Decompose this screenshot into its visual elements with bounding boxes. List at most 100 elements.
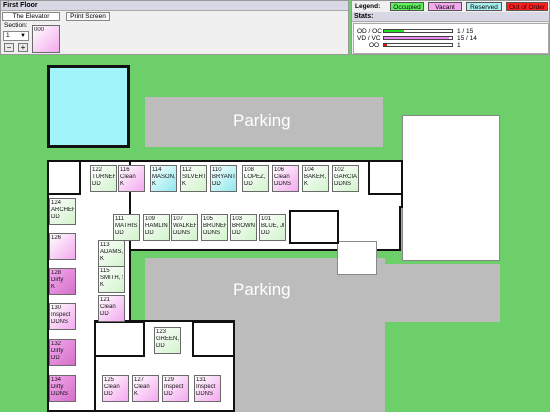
room-130-type: DDNS (51, 319, 69, 325)
room-111-type: DD (115, 230, 124, 236)
room-128-type: K (51, 284, 56, 290)
room-110-type: DD (212, 181, 221, 187)
room-134[interactable]: 134 Dirty DDNS (49, 375, 76, 402)
room-101[interactable]: 101BLUE, JEDD (259, 214, 286, 241)
room-122[interactable]: 122TURNER,DD (90, 165, 117, 192)
room-132-guest: Dirty (51, 348, 64, 354)
room-109-guest: HAMLIN, (145, 223, 168, 229)
room-121-type: DD (100, 311, 109, 317)
room-102[interactable]: 102 GARCIA, DDNS (332, 165, 359, 192)
room-115-guest: SMITH, S (100, 275, 123, 281)
pool-block (47, 65, 130, 148)
section-select[interactable]: 1 ▼ (3, 31, 29, 41)
legend-reserved: Reserved (466, 2, 502, 11)
room-102-guest: GARCIA, (334, 174, 357, 180)
room-113-guest: ADAMS, Z (100, 249, 123, 255)
room-105-number: 105 (203, 216, 214, 222)
room-134-type: DDNS (51, 391, 69, 397)
room-110[interactable]: 110 BRYANT, DD (210, 165, 237, 192)
room-104-guest: BAKER, B (304, 174, 327, 180)
room-125-number: 125 (104, 377, 115, 383)
room-134-number: 134 (51, 377, 62, 383)
lower-room-left (94, 321, 145, 357)
room-110-guest: BRYANT, (212, 174, 235, 180)
parking-label-top: Parking (233, 111, 291, 130)
room-107[interactable]: 107WALKER,DDNS (171, 214, 198, 241)
room-130-guest: Inspect (51, 312, 71, 318)
room-124-type: DD (51, 214, 60, 220)
room-132[interactable]: 132 Dirty DD (49, 339, 76, 366)
tab-the-elevator[interactable]: The Elevator (2, 12, 60, 21)
room-102-type: DDNS (334, 181, 352, 187)
room-103-number: 103 (232, 216, 243, 222)
room-110-number: 110 (212, 167, 222, 173)
room-105[interactable]: 105BRUNER,DDNS (201, 214, 228, 241)
legend-stats-panel: Legend: Occupied Vacant Reserved Out of … (351, 0, 550, 55)
room-123-number: 123 (156, 329, 167, 335)
room-129-guest: Inspect (164, 384, 184, 390)
room-127[interactable]: 127 Clean K (132, 375, 159, 402)
room-105-type: DDNS (203, 230, 221, 236)
room-102-number: 102 (334, 167, 345, 173)
room-111[interactable]: 111 MATHIS, DD (113, 214, 140, 241)
room-129[interactable]: 129 Inspect DD (162, 375, 189, 402)
room-106-guest: Clean (274, 174, 290, 180)
room-128[interactable]: 128 Dirty K (49, 268, 76, 295)
parking-label-bottom: Parking (233, 280, 291, 299)
floor-title: First Floor (1, 1, 348, 11)
room-125-type: DD (104, 391, 113, 397)
room-125[interactable]: 125 Clean DD (102, 375, 129, 402)
room-115[interactable]: 115SMITH, SK (98, 266, 125, 293)
legend-occupied: Occupied (390, 2, 424, 11)
stats-value-od-oc: 1 / 15 (457, 28, 474, 35)
print-screen-button[interactable]: Print Screen (66, 12, 110, 21)
stats-label-od-oc: OD / OC (357, 28, 382, 35)
room-103[interactable]: 103 BROWN, DD (230, 214, 257, 241)
room-131[interactable]: 131 Inspect DDNS (194, 375, 221, 402)
utility-room (289, 210, 339, 244)
room-116[interactable]: 116 Clean K (118, 165, 145, 192)
room-105-guest: BRUNER, (203, 223, 226, 229)
room-112[interactable]: 112SILVERTOK (180, 165, 207, 192)
room-104[interactable]: 104BAKER, BK (302, 165, 329, 192)
section-plus-button[interactable]: + (18, 43, 28, 52)
stats-title: Stats: (352, 12, 549, 22)
room-114[interactable]: 114MASON, JK (150, 165, 177, 192)
room-126[interactable]: 126 (49, 233, 76, 260)
room-131-number: 131 (196, 377, 207, 383)
room-121[interactable]: 121 Clean DD (98, 295, 125, 322)
section-select-value: 1 (6, 32, 10, 39)
room-114-type: K (152, 181, 157, 187)
floor-map: Parking Parking 122TURNER,DD116CleanK114… (0, 55, 550, 412)
room-115-type: K (100, 282, 105, 288)
room-125-guest: Clean (104, 384, 120, 390)
lower-room-right (192, 321, 235, 357)
room-108[interactable]: 108LOPEZ, LDD (242, 165, 269, 192)
mini-room-box: 000 (32, 25, 60, 53)
stair-block (337, 241, 377, 275)
room-122-guest: TURNER, (92, 174, 115, 180)
stats-label-vd-vc: VD / VC (357, 35, 381, 42)
room-122-number: 122 (92, 167, 103, 173)
room-129-type: DD (164, 391, 173, 397)
room-123[interactable]: 123GREEN, CDD (154, 327, 181, 354)
room-115-number: 115 (100, 268, 110, 274)
room-104-number: 104 (304, 167, 315, 173)
room-113[interactable]: 113ADAMS, ZK (98, 240, 125, 267)
section-minus-button[interactable]: − (4, 43, 14, 52)
legend-title: Legend: (355, 3, 381, 10)
room-106-number: 106 (274, 167, 285, 173)
floor-panel: First Floor The Elevator Print Screen Se… (0, 0, 349, 55)
legend-vacant: Vacant (428, 2, 462, 11)
mini-room-label: 000 (34, 27, 45, 33)
room-112-guest: SILVERTO (182, 174, 205, 180)
room-106[interactable]: 106 Clean DDNS (272, 165, 299, 192)
room-130[interactable]: 130 Inspect DDNS (49, 303, 76, 330)
stats-bar-vd-vc (383, 36, 453, 40)
room-114-number: 114 (152, 167, 162, 173)
room-109-type: DD (145, 230, 154, 236)
room-121-number: 121 (100, 297, 111, 303)
room-109[interactable]: 109 HAMLIN, DD (143, 214, 170, 241)
room-126-number: 126 (51, 235, 62, 241)
room-124[interactable]: 124ARCHER,DD (49, 198, 76, 225)
